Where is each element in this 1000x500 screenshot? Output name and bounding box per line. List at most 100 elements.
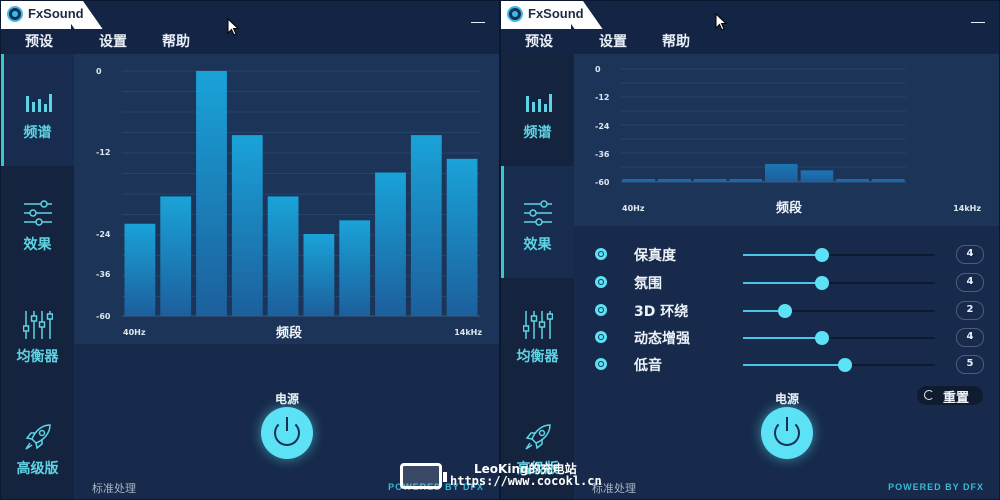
effect-slider-knob[interactable]: [814, 248, 829, 262]
effect-power-toggle[interactable]: [595, 304, 607, 316]
spectrum-bar: [196, 71, 227, 316]
sidebar: 频谱 效果 均衡器 高级版: [1, 54, 74, 499]
menu-bar: 预设 设置 帮助: [501, 29, 999, 54]
spectrum-bar: [124, 223, 156, 316]
refresh-icon: [924, 390, 934, 400]
power-label: 电源: [774, 392, 799, 406]
sidebar-item-equalizer[interactable]: 均衡器: [501, 278, 574, 390]
effect-row: 3D 环绕 2: [591, 299, 991, 323]
effect-slider[interactable]: [743, 331, 935, 345]
y-tick-label: -24: [96, 230, 111, 239]
effect-value-box[interactable]: 4: [956, 328, 984, 347]
menu-help[interactable]: 帮助: [662, 31, 690, 51]
menu-settings[interactable]: 设置: [599, 31, 627, 51]
effect-value-box[interactable]: 4: [956, 245, 984, 264]
effect-power-toggle[interactable]: [595, 331, 607, 343]
x-tick-label: 14kHz: [953, 204, 981, 213]
y-tick-label: -60: [595, 178, 610, 187]
spectrum-bar: [375, 172, 406, 316]
effect-slider-fill: [743, 282, 822, 284]
spectrum-bar: [160, 196, 192, 316]
sidebar-item-label: 高级版: [16, 461, 59, 477]
fxsound-window-effects: FxSound 预设 设置 帮助 频谱 效果 均衡器 高级版 0 -12 -24…: [500, 0, 1000, 500]
sliders-icon: [524, 200, 552, 226]
effect-row: 保真度 4: [591, 243, 991, 267]
effect-slider[interactable]: [743, 248, 935, 262]
effect-slider-fill: [743, 337, 822, 339]
rocket-icon: [525, 424, 551, 450]
effect-row: 低音 5: [591, 353, 991, 377]
sidebar-item-effects[interactable]: 效果: [501, 166, 574, 278]
y-tick-label: -12: [96, 148, 110, 157]
sidebar-item-label: 均衡器: [516, 349, 559, 365]
effect-value-box[interactable]: 2: [956, 301, 984, 320]
spectrum-bar: [765, 163, 798, 182]
effect-slider-knob[interactable]: [814, 331, 829, 345]
minimize-button[interactable]: [471, 13, 485, 23]
y-tick-label: -24: [595, 122, 610, 131]
fxsound-logo-icon: [7, 6, 23, 22]
fxsound-logo-icon: [507, 6, 523, 22]
spectrum-bar: [410, 135, 442, 316]
effect-slider[interactable]: [743, 276, 935, 290]
effect-power-toggle[interactable]: [595, 358, 607, 370]
effect-row: 氛围 4: [591, 271, 991, 295]
mouse-cursor-icon: [227, 18, 239, 36]
sidebar-item-label: 频谱: [523, 125, 552, 141]
power-button[interactable]: [761, 407, 813, 459]
sidebar-item-label: 频谱: [23, 125, 52, 141]
menu-presets[interactable]: 预设: [525, 31, 553, 51]
menu-help[interactable]: 帮助: [162, 31, 190, 51]
powered-by-dfx-link[interactable]: POWERED BY DFX: [388, 482, 484, 492]
x-tick-label: 40Hz: [123, 328, 146, 337]
effect-value-box[interactable]: 4: [956, 273, 984, 292]
y-tick-label: -36: [595, 150, 610, 159]
x-axis-label: 频段: [276, 325, 302, 341]
effect-slider[interactable]: [743, 304, 935, 318]
sidebar: 频谱 效果 均衡器 高级版: [501, 54, 574, 499]
y-tick-label: 0: [595, 65, 601, 74]
sidebar-item-premium[interactable]: 高级版: [501, 390, 574, 499]
y-tick-label: -12: [595, 93, 609, 102]
menu-presets[interactable]: 预设: [25, 31, 53, 51]
effect-slider-knob[interactable]: [814, 276, 829, 290]
effect-name: 动态增强: [634, 331, 690, 347]
effect-slider-fill: [743, 254, 822, 256]
effect-value-box[interactable]: 5: [956, 355, 984, 374]
effect-name: 低音: [634, 358, 662, 374]
title-bar: FxSound: [1, 1, 499, 29]
effect-slider-knob[interactable]: [837, 358, 852, 372]
effect-slider[interactable]: [743, 358, 935, 372]
menu-settings[interactable]: 设置: [99, 31, 127, 51]
fxsound-window-spectrum: FxSound 预设 设置 帮助 频谱 效果 均衡器 高级版 0 -12 -24…: [0, 0, 500, 500]
sidebar-item-premium[interactable]: 高级版: [1, 390, 74, 499]
sidebar-item-spectrum[interactable]: 频谱: [1, 54, 74, 166]
y-tick-label: -36: [96, 270, 111, 279]
powered-by-dfx-link[interactable]: POWERED BY DFX: [888, 482, 984, 492]
sidebar-item-spectrum[interactable]: 频谱: [501, 54, 574, 166]
y-tick-label: 0: [96, 67, 102, 76]
sidebar-item-label: 效果: [23, 237, 52, 253]
effect-power-toggle[interactable]: [595, 276, 607, 288]
app-logo-text: FxSound: [528, 6, 584, 21]
spectrum-icon: [526, 94, 552, 112]
power-button[interactable]: [261, 407, 313, 459]
sidebar-item-effects[interactable]: 效果: [1, 166, 74, 278]
menu-bar: 预设 设置 帮助: [1, 29, 499, 54]
app-logo-text: FxSound: [28, 6, 84, 21]
effect-slider-fill: [743, 364, 845, 366]
sidebar-item-equalizer[interactable]: 均衡器: [1, 278, 74, 390]
effect-name: 保真度: [634, 248, 676, 264]
spectrum-bar: [303, 234, 335, 316]
spectrum-bar: [231, 135, 263, 316]
effect-name: 3D 环绕: [634, 304, 689, 320]
spectrum-bar: [800, 170, 834, 182]
effect-slider-knob[interactable]: [778, 304, 793, 318]
power-label: 电源: [274, 392, 299, 406]
effect-power-toggle[interactable]: [595, 248, 607, 260]
effect-row: 动态增强 4: [591, 326, 991, 350]
sliders-icon: [24, 200, 52, 226]
reset-button[interactable]: 重置: [917, 386, 983, 406]
minimize-button[interactable]: [971, 13, 985, 23]
spectrum-chart: 0 -12 -24 -36 -60 40Hz 14kHz 频段: [595, 65, 981, 216]
